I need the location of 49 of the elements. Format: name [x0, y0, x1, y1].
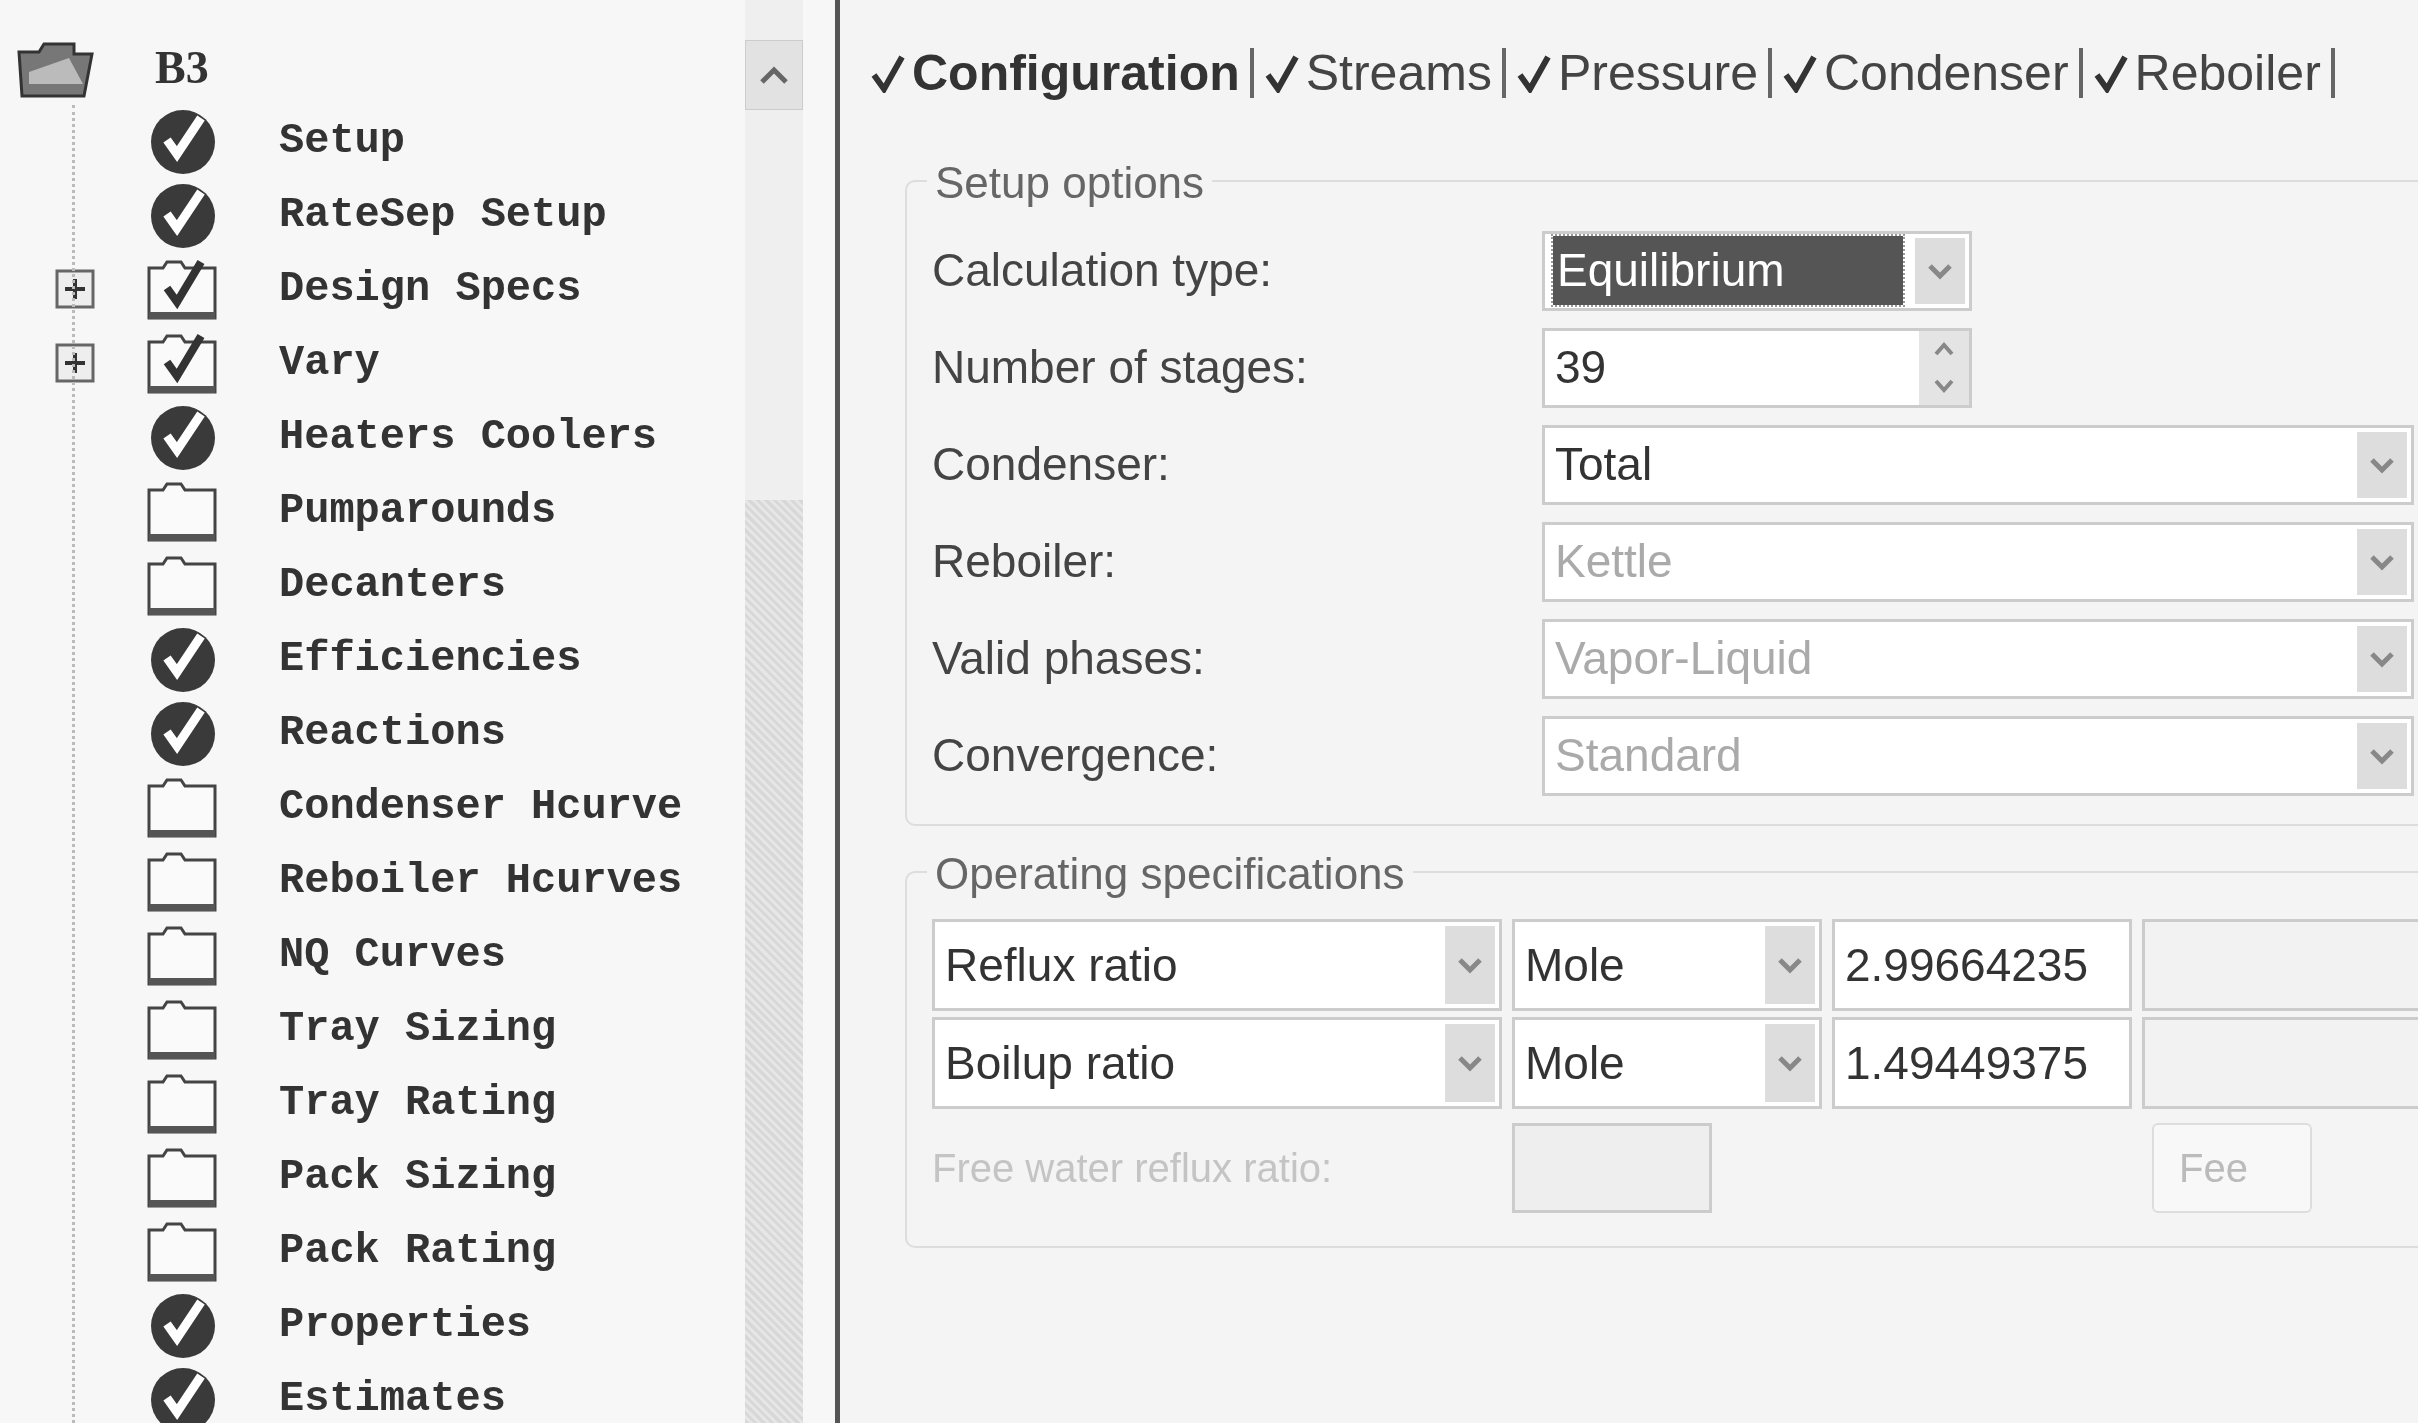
dropdown-field[interactable]: Reflux ratio [932, 919, 1502, 1011]
field-label: Calculation type: [932, 243, 1274, 298]
caret-icon [759, 65, 789, 85]
field-label: Number of stages: [932, 340, 1309, 395]
tree-item[interactable]: Condenser Hcurve [279, 775, 683, 839]
tab[interactable]: Condenser [1771, 47, 2083, 98]
tree-item[interactable]: Setup [279, 109, 406, 173]
tree-item[interactable]: Tray Sizing [279, 997, 557, 1061]
tree-item[interactable]: Vary [279, 331, 380, 395]
field-label: Valid phases: [932, 631, 1206, 686]
tree-root-label[interactable]: B3 [155, 32, 209, 102]
dropdown-field[interactable]: Mole [1512, 1017, 1822, 1109]
tree-item[interactable]: Pack Rating [279, 1219, 557, 1283]
field-label: Convergence: [932, 728, 1220, 783]
input-field[interactable] [2142, 1017, 2418, 1109]
tree-item[interactable]: Decanters [279, 553, 506, 617]
spin-up-icon [1933, 340, 1955, 358]
tab[interactable]: Pressure [1505, 47, 1772, 98]
tree-item[interactable]: Design Specs [279, 257, 582, 321]
scroll-up-button[interactable] [745, 40, 803, 110]
field-label: Condenser: [932, 437, 1171, 492]
tree-item[interactable]: Efficiencies [279, 627, 582, 691]
field-label: Reboiler: [932, 534, 1118, 589]
tree-item[interactable]: Heaters Coolers [279, 405, 658, 469]
tree-item[interactable]: Properties [279, 1293, 532, 1357]
expand-icon[interactable] [55, 343, 95, 383]
input-field[interactable] [2142, 919, 2418, 1011]
input-field[interactable]: 1.49449375 [1832, 1017, 2132, 1109]
scrollbar-thumb[interactable] [745, 500, 803, 1423]
tree-item[interactable]: NQ Curves [279, 923, 506, 987]
tree-item[interactable]: Tray Rating [279, 1071, 557, 1135]
tree-item[interactable]: Pumparounds [279, 479, 557, 543]
spinner-field[interactable]: 39 [1542, 327, 1972, 408]
dropdown-field[interactable]: Equilibrium [1542, 230, 1972, 311]
dropdown-field[interactable]: Boilup ratio [932, 1017, 1502, 1109]
expand-icon[interactable] [55, 269, 95, 309]
input-field[interactable]: 2.99664235 [1832, 919, 2132, 1011]
tree-item[interactable]: RateSep Setup [279, 183, 607, 247]
tab[interactable]: Reboiler [2082, 47, 2335, 98]
tab[interactable]: Streams [1253, 47, 1506, 98]
dropdown-field[interactable]: Total [1542, 424, 2414, 505]
tab[interactable]: Configuration [860, 47, 1254, 98]
input-field[interactable] [1512, 1122, 1712, 1213]
dropdown-field[interactable]: Mole [1512, 919, 1822, 1011]
tree-item[interactable]: Reactions [279, 701, 506, 765]
tree-item[interactable]: Reboiler Hcurves [279, 849, 683, 913]
spin-down-icon [1933, 377, 1955, 395]
tree-item[interactable]: Pack Sizing [279, 1145, 557, 1209]
tree-item[interactable]: Estimates [279, 1367, 506, 1423]
